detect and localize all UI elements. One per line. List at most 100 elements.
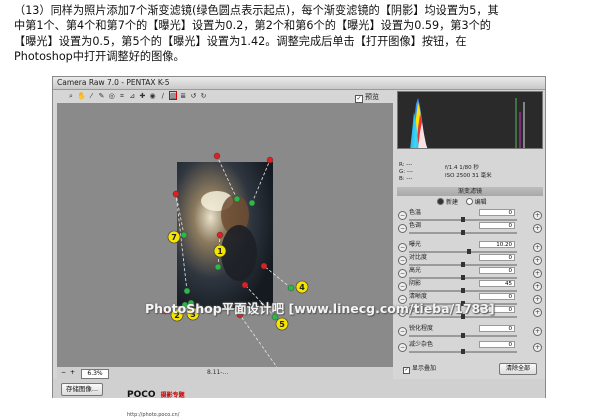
iso-focal: ISO 2500 31 毫米 bbox=[445, 173, 492, 179]
show-overlay-checkbox[interactable]: ✓ 显示叠加 bbox=[403, 365, 436, 374]
plus-icon[interactable]: + bbox=[533, 211, 542, 220]
filter-start-dot[interactable] bbox=[214, 263, 222, 271]
mode-new-label: 新建 bbox=[446, 199, 459, 206]
filter-end-dot[interactable] bbox=[172, 190, 180, 198]
slider-row: − 高光 0 + bbox=[397, 267, 543, 281]
slider-value-field[interactable]: 0 bbox=[479, 341, 515, 348]
marker-5: 5 bbox=[275, 317, 289, 331]
slider-value-field[interactable]: 0 bbox=[479, 254, 515, 261]
zoom-level-field[interactable]: 6.3% bbox=[81, 369, 109, 379]
clear-all-button[interactable]: 清除全部 bbox=[499, 363, 537, 375]
marker-label: 4 bbox=[299, 283, 305, 292]
save-image-button[interactable]: 存储图像... bbox=[61, 383, 103, 396]
plus-icon[interactable]: + bbox=[533, 327, 542, 336]
poco-url: http://photo.poco.cn/ bbox=[127, 412, 180, 418]
plus-icon[interactable]: + bbox=[533, 256, 542, 265]
rotate-ccw-icon[interactable]: ↺ bbox=[189, 92, 197, 100]
marker-label: 5 bbox=[279, 320, 285, 329]
minus-icon[interactable]: − bbox=[398, 224, 407, 233]
marker-label: 7 bbox=[171, 233, 177, 242]
poco-brand: POCO bbox=[127, 390, 156, 400]
red-eye-tool-icon[interactable]: ◉ bbox=[149, 92, 157, 100]
mode-edit-label: 编辑 bbox=[474, 199, 487, 206]
image-canvas[interactable]: 1234567 bbox=[57, 103, 393, 367]
hand-tool-icon[interactable]: ✋ bbox=[77, 92, 86, 100]
plus-icon[interactable]: + bbox=[533, 343, 542, 352]
slider-thumb[interactable] bbox=[461, 333, 465, 338]
filter-start-dot[interactable] bbox=[248, 199, 256, 207]
filter-start-dot[interactable] bbox=[287, 284, 295, 292]
slider-label: 阴影 bbox=[409, 280, 422, 287]
marker-label: 1 bbox=[217, 247, 223, 256]
zoom-in-icon[interactable]: + bbox=[70, 369, 75, 377]
minus-icon[interactable]: − bbox=[398, 243, 407, 252]
white-balance-tool-icon[interactable]: ⁄ bbox=[87, 92, 95, 100]
spot-removal-tool-icon[interactable]: ✚ bbox=[138, 92, 146, 100]
filter-start-dot[interactable] bbox=[180, 231, 188, 239]
color-sampler-tool-icon[interactable]: ✎ bbox=[98, 92, 106, 100]
mode-edit-radio[interactable]: 编辑 bbox=[465, 198, 487, 206]
minus-icon[interactable]: − bbox=[398, 343, 407, 352]
slider-value-field[interactable]: 0 bbox=[479, 325, 515, 332]
slider-track[interactable] bbox=[409, 251, 517, 253]
readout-g: G: --- bbox=[399, 169, 413, 175]
plus-icon[interactable]: + bbox=[533, 224, 542, 233]
slider-label: 减少杂色 bbox=[409, 341, 434, 348]
photo bbox=[177, 162, 273, 308]
minus-icon[interactable]: − bbox=[398, 327, 407, 336]
instruction-line-2: 中第1个、第4个和第7个的【曝光】设置为0.2，第2个和第6个的【曝光】设置为0… bbox=[14, 19, 491, 33]
plus-icon[interactable]: + bbox=[533, 269, 542, 278]
minus-icon[interactable]: − bbox=[398, 211, 407, 220]
slider-thumb[interactable] bbox=[461, 349, 465, 354]
slider-value-field[interactable]: 45 bbox=[479, 280, 515, 287]
slider-value-field[interactable]: 10.20 bbox=[479, 241, 515, 248]
workflow-status[interactable]: 8.11-... bbox=[207, 369, 228, 377]
plus-icon[interactable]: + bbox=[533, 282, 542, 291]
slider-value-field[interactable]: 0 bbox=[479, 222, 515, 229]
preferences-icon[interactable]: ≣ bbox=[179, 92, 187, 100]
filter-end-dot[interactable] bbox=[260, 262, 268, 270]
filter-start-dot[interactable] bbox=[183, 287, 191, 295]
filter-end-dot[interactable] bbox=[216, 231, 224, 239]
slider-value-field[interactable]: 0 bbox=[479, 293, 515, 300]
instruction-line-3: 【曝光】设置为0.5，第5个的【曝光】设置为1.42。调整完成后单击【打开图像】… bbox=[14, 34, 467, 48]
instruction-line-4: Photoshop中打开调整好的图像。 bbox=[14, 50, 185, 64]
filter-end-dot[interactable] bbox=[241, 281, 249, 289]
filter-end-dot[interactable] bbox=[213, 152, 221, 160]
preview-checkbox[interactable]: ✓ 预览 bbox=[355, 93, 379, 103]
slider-label: 对比度 bbox=[409, 254, 428, 261]
crop-tool-icon[interactable]: ⌗ bbox=[118, 92, 126, 100]
slider-value-field[interactable]: 0 bbox=[479, 209, 515, 216]
plus-icon[interactable]: + bbox=[533, 243, 542, 252]
rotate-cw-icon[interactable]: ↻ bbox=[200, 92, 208, 100]
radio-selected-icon bbox=[437, 198, 444, 205]
poco-brand-cn: 摄影专题 bbox=[160, 392, 185, 399]
straighten-tool-icon[interactable]: ⊿ bbox=[128, 92, 136, 100]
plus-icon[interactable]: + bbox=[533, 295, 542, 304]
canvas-status-bar: − + 6.3% 8.11-... bbox=[57, 367, 393, 379]
zoom-tool-icon[interactable]: ⌕ bbox=[67, 92, 75, 100]
slider-label: 色温 bbox=[409, 209, 422, 216]
radio-empty-icon bbox=[465, 198, 473, 205]
slider-label: 清晰度 bbox=[409, 293, 428, 300]
instruction-line-1: （13）同样为照片添加7个渐变滤镜(绿色圆点表示起点)，每个渐变滤镜的【阴影】均… bbox=[14, 4, 499, 17]
adjustment-brush-icon[interactable]: ∕ bbox=[159, 92, 167, 100]
filter-start-dot[interactable] bbox=[233, 195, 241, 203]
minus-icon[interactable]: − bbox=[398, 269, 407, 278]
slider-row: − 曝光 10.20 + bbox=[397, 241, 543, 255]
plus-icon[interactable]: + bbox=[533, 308, 542, 317]
mode-new-radio[interactable]: 新建 bbox=[437, 198, 459, 206]
zoom-out-icon[interactable]: − bbox=[61, 369, 66, 377]
histogram bbox=[397, 91, 543, 149]
instruction-text: （13）同样为照片添加7个渐变滤镜(绿色圆点表示起点)，每个渐变滤镜的【阴影】均… bbox=[14, 3, 594, 65]
target-adjustment-tool-icon[interactable]: ◎ bbox=[108, 92, 116, 100]
marker-4: 4 bbox=[295, 280, 309, 294]
window-title: Camera Raw 7.0 - PENTAX K-5 bbox=[57, 78, 170, 87]
slider-thumb[interactable] bbox=[461, 230, 465, 235]
slider-value-field[interactable]: 0 bbox=[479, 267, 515, 274]
graduated-filter-icon[interactable]: ▥ bbox=[169, 91, 177, 100]
minus-icon[interactable]: − bbox=[398, 256, 407, 265]
minus-icon[interactable]: − bbox=[398, 282, 407, 291]
preview-label: 预览 bbox=[365, 93, 379, 101]
filter-end-dot[interactable] bbox=[266, 156, 274, 164]
